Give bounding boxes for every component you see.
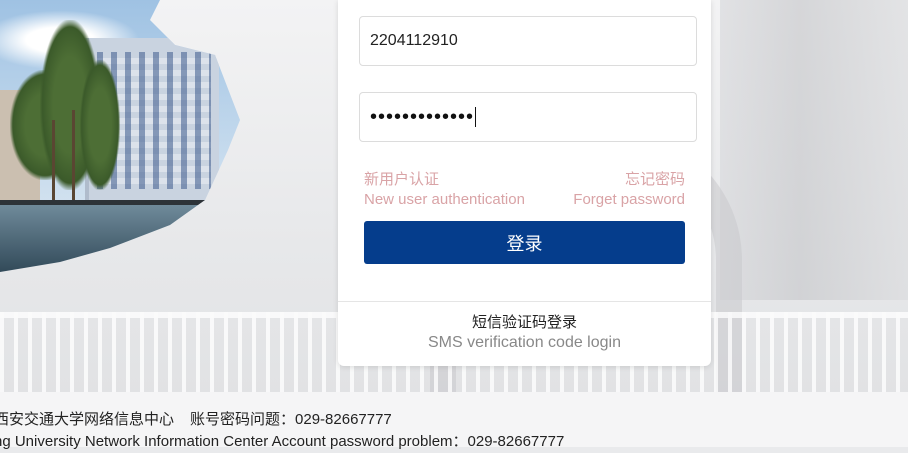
- password-input[interactable]: •••••••••••••: [370, 106, 474, 129]
- footer-line-2: ng University Network Information Center…: [0, 433, 565, 450]
- divider: [338, 301, 711, 302]
- background-building: [720, 0, 908, 300]
- auth-links: 新用户认证 New user authentication 忘记密码 Forge…: [364, 170, 685, 210]
- username-field[interactable]: [359, 16, 697, 66]
- sms-label-cn: 短信验证码登录: [471, 314, 577, 331]
- text-caret: [475, 107, 477, 127]
- password-field[interactable]: •••••••••••••: [359, 92, 697, 142]
- login-button[interactable]: 登录: [364, 221, 685, 264]
- forget-label-en: Forget password: [573, 191, 685, 208]
- sms-login-link[interactable]: 短信验证码登录 SMS verification code login: [338, 314, 711, 354]
- new-user-authentication-link[interactable]: 新用户认证 New user authentication: [364, 170, 525, 210]
- new-user-label-en: New user authentication: [364, 191, 525, 208]
- footer-help-phone: 账号密码问题：029-82667777: [190, 411, 392, 428]
- footer-line-1: 西安交通大学网络信息中心 账号密码问题：029-82667777: [0, 409, 564, 431]
- login-card: ••••••••••••• 新用户认证 New user authenticat…: [338, 0, 711, 366]
- forget-password-link[interactable]: 忘记密码 Forget password: [573, 170, 685, 210]
- footer-organization: 西安交通大学网络信息中心: [0, 411, 175, 428]
- username-input[interactable]: [370, 32, 670, 50]
- footer: 西安交通大学网络信息中心 账号密码问题：029-82667777 ng Unive…: [0, 409, 564, 453]
- new-user-label-cn: 新用户认证: [364, 171, 440, 188]
- forget-label-cn: 忘记密码: [624, 171, 685, 188]
- sms-label-en: SMS verification code login: [428, 334, 621, 351]
